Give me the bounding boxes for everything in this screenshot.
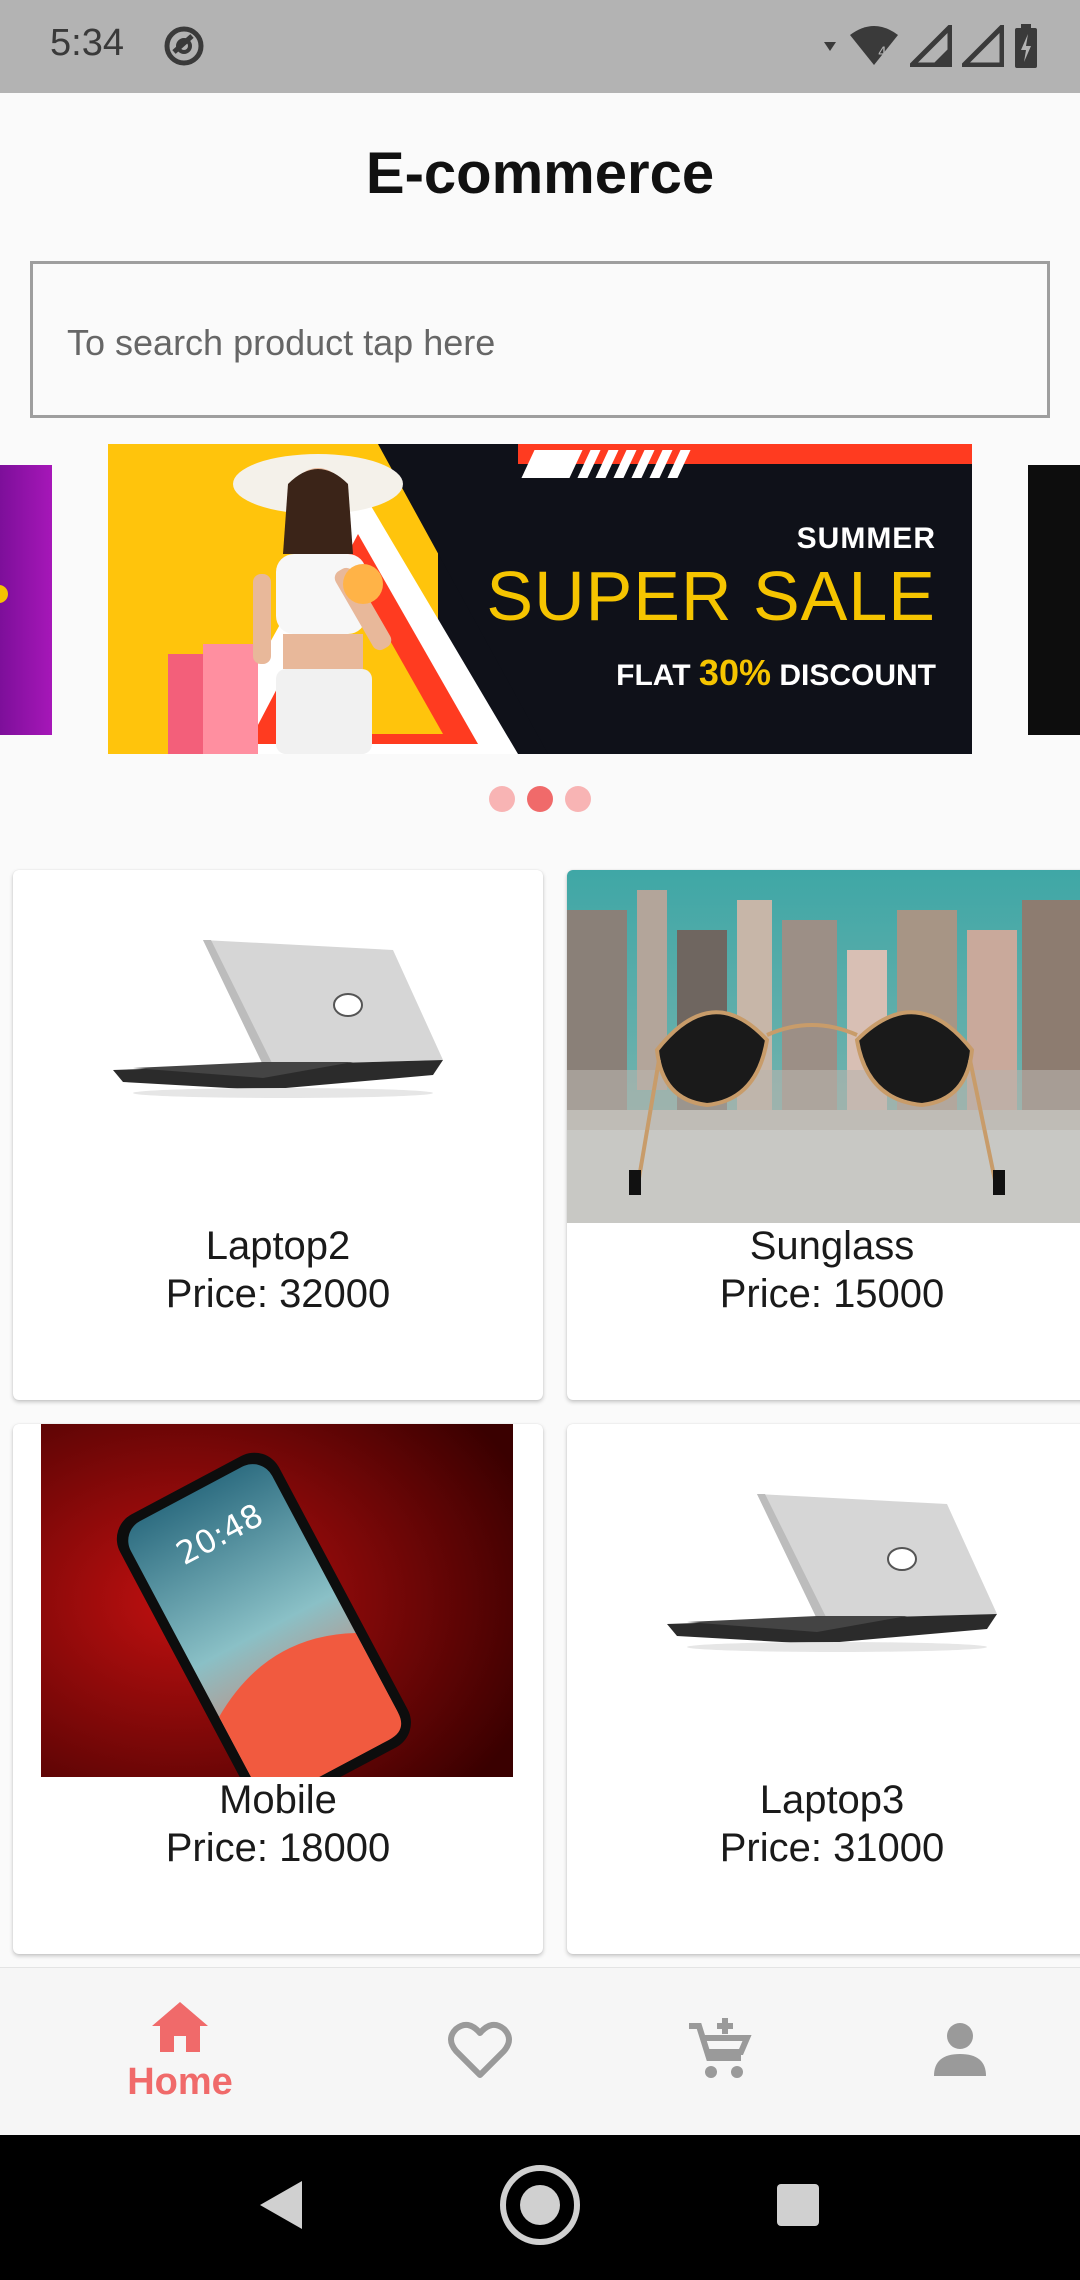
data-arrow-icon <box>822 38 838 59</box>
back-button[interactable] <box>230 2135 330 2280</box>
home-icon <box>150 2000 210 2059</box>
battery-charging-icon <box>1014 24 1038 73</box>
product-price: Price: 15000 <box>719 1272 945 1316</box>
laptop-image <box>113 930 453 1100</box>
banner-line3-prefix: FLAT <box>616 659 691 692</box>
banner-line3: FLAT 30% DISCOUNT <box>616 652 936 694</box>
banner-slide[interactable]: SUMMER SUPER SALE FLAT 30% DISCOUNT <box>108 444 972 754</box>
bottom-navigation: Home <box>0 1967 1080 2135</box>
product-name: Laptop2 <box>205 1224 351 1268</box>
product-card-laptop3[interactable]: Laptop3 Price: 31000 <box>567 1424 1080 1954</box>
banner-carousel[interactable]: SUMMER SUPER SALE FLAT 30% DISCOUNT <box>0 444 1080 754</box>
search-input[interactable]: To search product tap here <box>30 261 1050 418</box>
home-system-button[interactable] <box>490 2135 590 2280</box>
nav-favorites[interactable] <box>360 1968 600 2136</box>
banner-previous-peek[interactable] <box>0 465 52 735</box>
product-price: Price: 31000 <box>719 1826 945 1870</box>
banner-line1: SUMMER <box>796 522 936 555</box>
wifi-icon: 4 <box>848 25 900 72</box>
product-card-mobile[interactable]: 20:48 Mobile Price: 18000 <box>13 1424 543 1954</box>
banner-line2: SUPER SALE <box>486 557 936 635</box>
carousel-indicator <box>0 786 1080 812</box>
product-name: Mobile <box>219 1778 337 1822</box>
product-price: Price: 18000 <box>165 1826 391 1870</box>
system-navigation-bar <box>0 2135 1080 2280</box>
svg-text:4: 4 <box>878 45 887 61</box>
search-placeholder: To search product tap here <box>67 322 496 363</box>
carousel-dot[interactable] <box>489 786 515 812</box>
signal-icon-2 <box>957 20 1005 72</box>
recents-button[interactable] <box>748 2135 848 2280</box>
nav-home-label: Home <box>127 2061 233 2103</box>
page-title: E-commerce <box>365 141 715 206</box>
mobile-image: 20:48 <box>41 1424 513 1777</box>
laptop-image <box>667 1484 1007 1654</box>
status-time: 5:34 <box>50 22 124 64</box>
banner-stripes <box>521 450 691 478</box>
cart-add-icon <box>687 2017 753 2087</box>
nav-profile[interactable] <box>840 1968 1080 2136</box>
carousel-dot[interactable] <box>565 786 591 812</box>
banner-line3-highlight: 30% <box>698 652 771 693</box>
recents-square-icon <box>775 2182 821 2233</box>
heart-icon <box>448 2021 512 2084</box>
home-circle-icon <box>498 2163 582 2252</box>
banner-next-peek[interactable] <box>1028 465 1080 735</box>
product-card-sunglass[interactable]: Sunglass Price: 15000 <box>567 870 1080 1400</box>
signal-icon <box>905 20 953 72</box>
banner-line3-suffix: DISCOUNT <box>779 659 936 692</box>
product-name: Laptop3 <box>759 1778 905 1822</box>
back-icon <box>256 2179 304 2236</box>
product-name: Sunglass <box>749 1224 915 1268</box>
carousel-dot-active[interactable] <box>527 786 553 812</box>
status-bar: 5:34 4 <box>0 0 1080 93</box>
do-not-disturb-icon <box>162 24 206 73</box>
sunglass-image <box>567 870 1080 1223</box>
nav-cart[interactable] <box>600 1968 840 2136</box>
screen: 5:34 4 E-commerce To search product tap <box>0 0 1080 2280</box>
product-card-laptop2[interactable]: Laptop2 Price: 32000 <box>13 870 543 1400</box>
nav-home[interactable]: Home <box>60 1968 300 2136</box>
person-icon <box>932 2022 988 2083</box>
product-price: Price: 32000 <box>165 1272 391 1316</box>
